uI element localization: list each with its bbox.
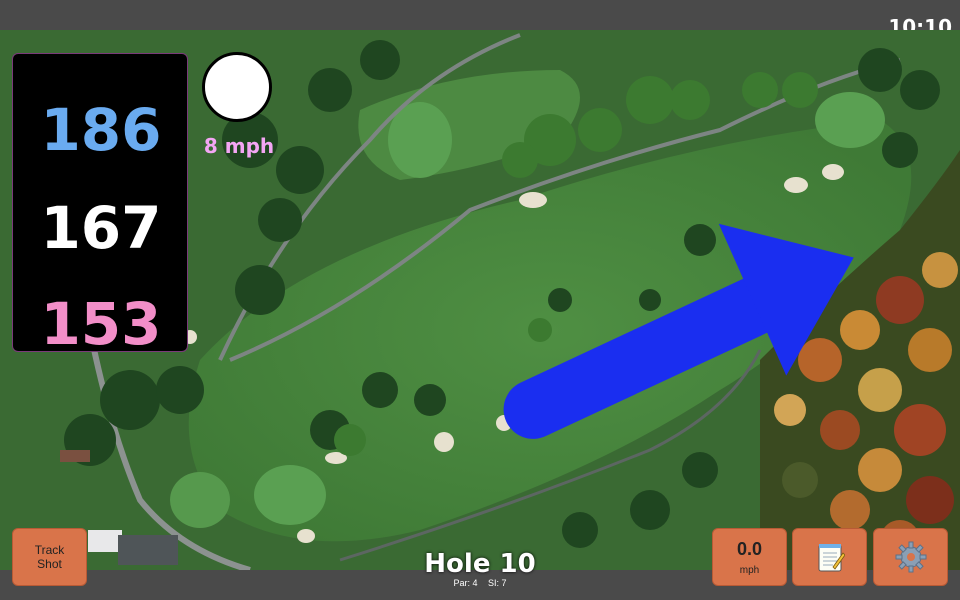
back-distance: 186 xyxy=(40,96,162,164)
stroke-index-label: SI: 7 xyxy=(488,578,507,588)
front-distance: 153 xyxy=(40,290,162,358)
track-shot-button[interactable]: Track Shot xyxy=(12,528,87,586)
status-bar: 10:10 xyxy=(0,0,960,39)
par-label: Par: 4 xyxy=(453,578,478,588)
gear-icon xyxy=(895,541,926,573)
track-shot-label-line1: Track xyxy=(34,543,65,557)
speed-button[interactable]: 0.0 mph xyxy=(712,528,787,586)
hole-title: Hole 10 xyxy=(424,549,536,579)
course-map[interactable]: 186 167 153 8 mph xyxy=(0,30,960,570)
hole-info: Par: 4 SI: 7 xyxy=(380,578,580,588)
wind-indicator xyxy=(202,52,854,439)
wind-speed-label: 8 mph xyxy=(203,134,275,158)
middle-distance: 167 xyxy=(40,194,162,262)
notes-button[interactable] xyxy=(792,528,867,586)
wind-arrow-icon xyxy=(503,223,854,439)
notepad-icon xyxy=(818,544,845,572)
speed-unit: mph xyxy=(739,564,760,576)
track-shot-label-line2: Shot xyxy=(37,557,62,571)
distance-panel: 186 167 153 xyxy=(12,53,188,358)
speed-value: 0.0 xyxy=(736,538,763,559)
settings-button[interactable] xyxy=(873,528,948,586)
